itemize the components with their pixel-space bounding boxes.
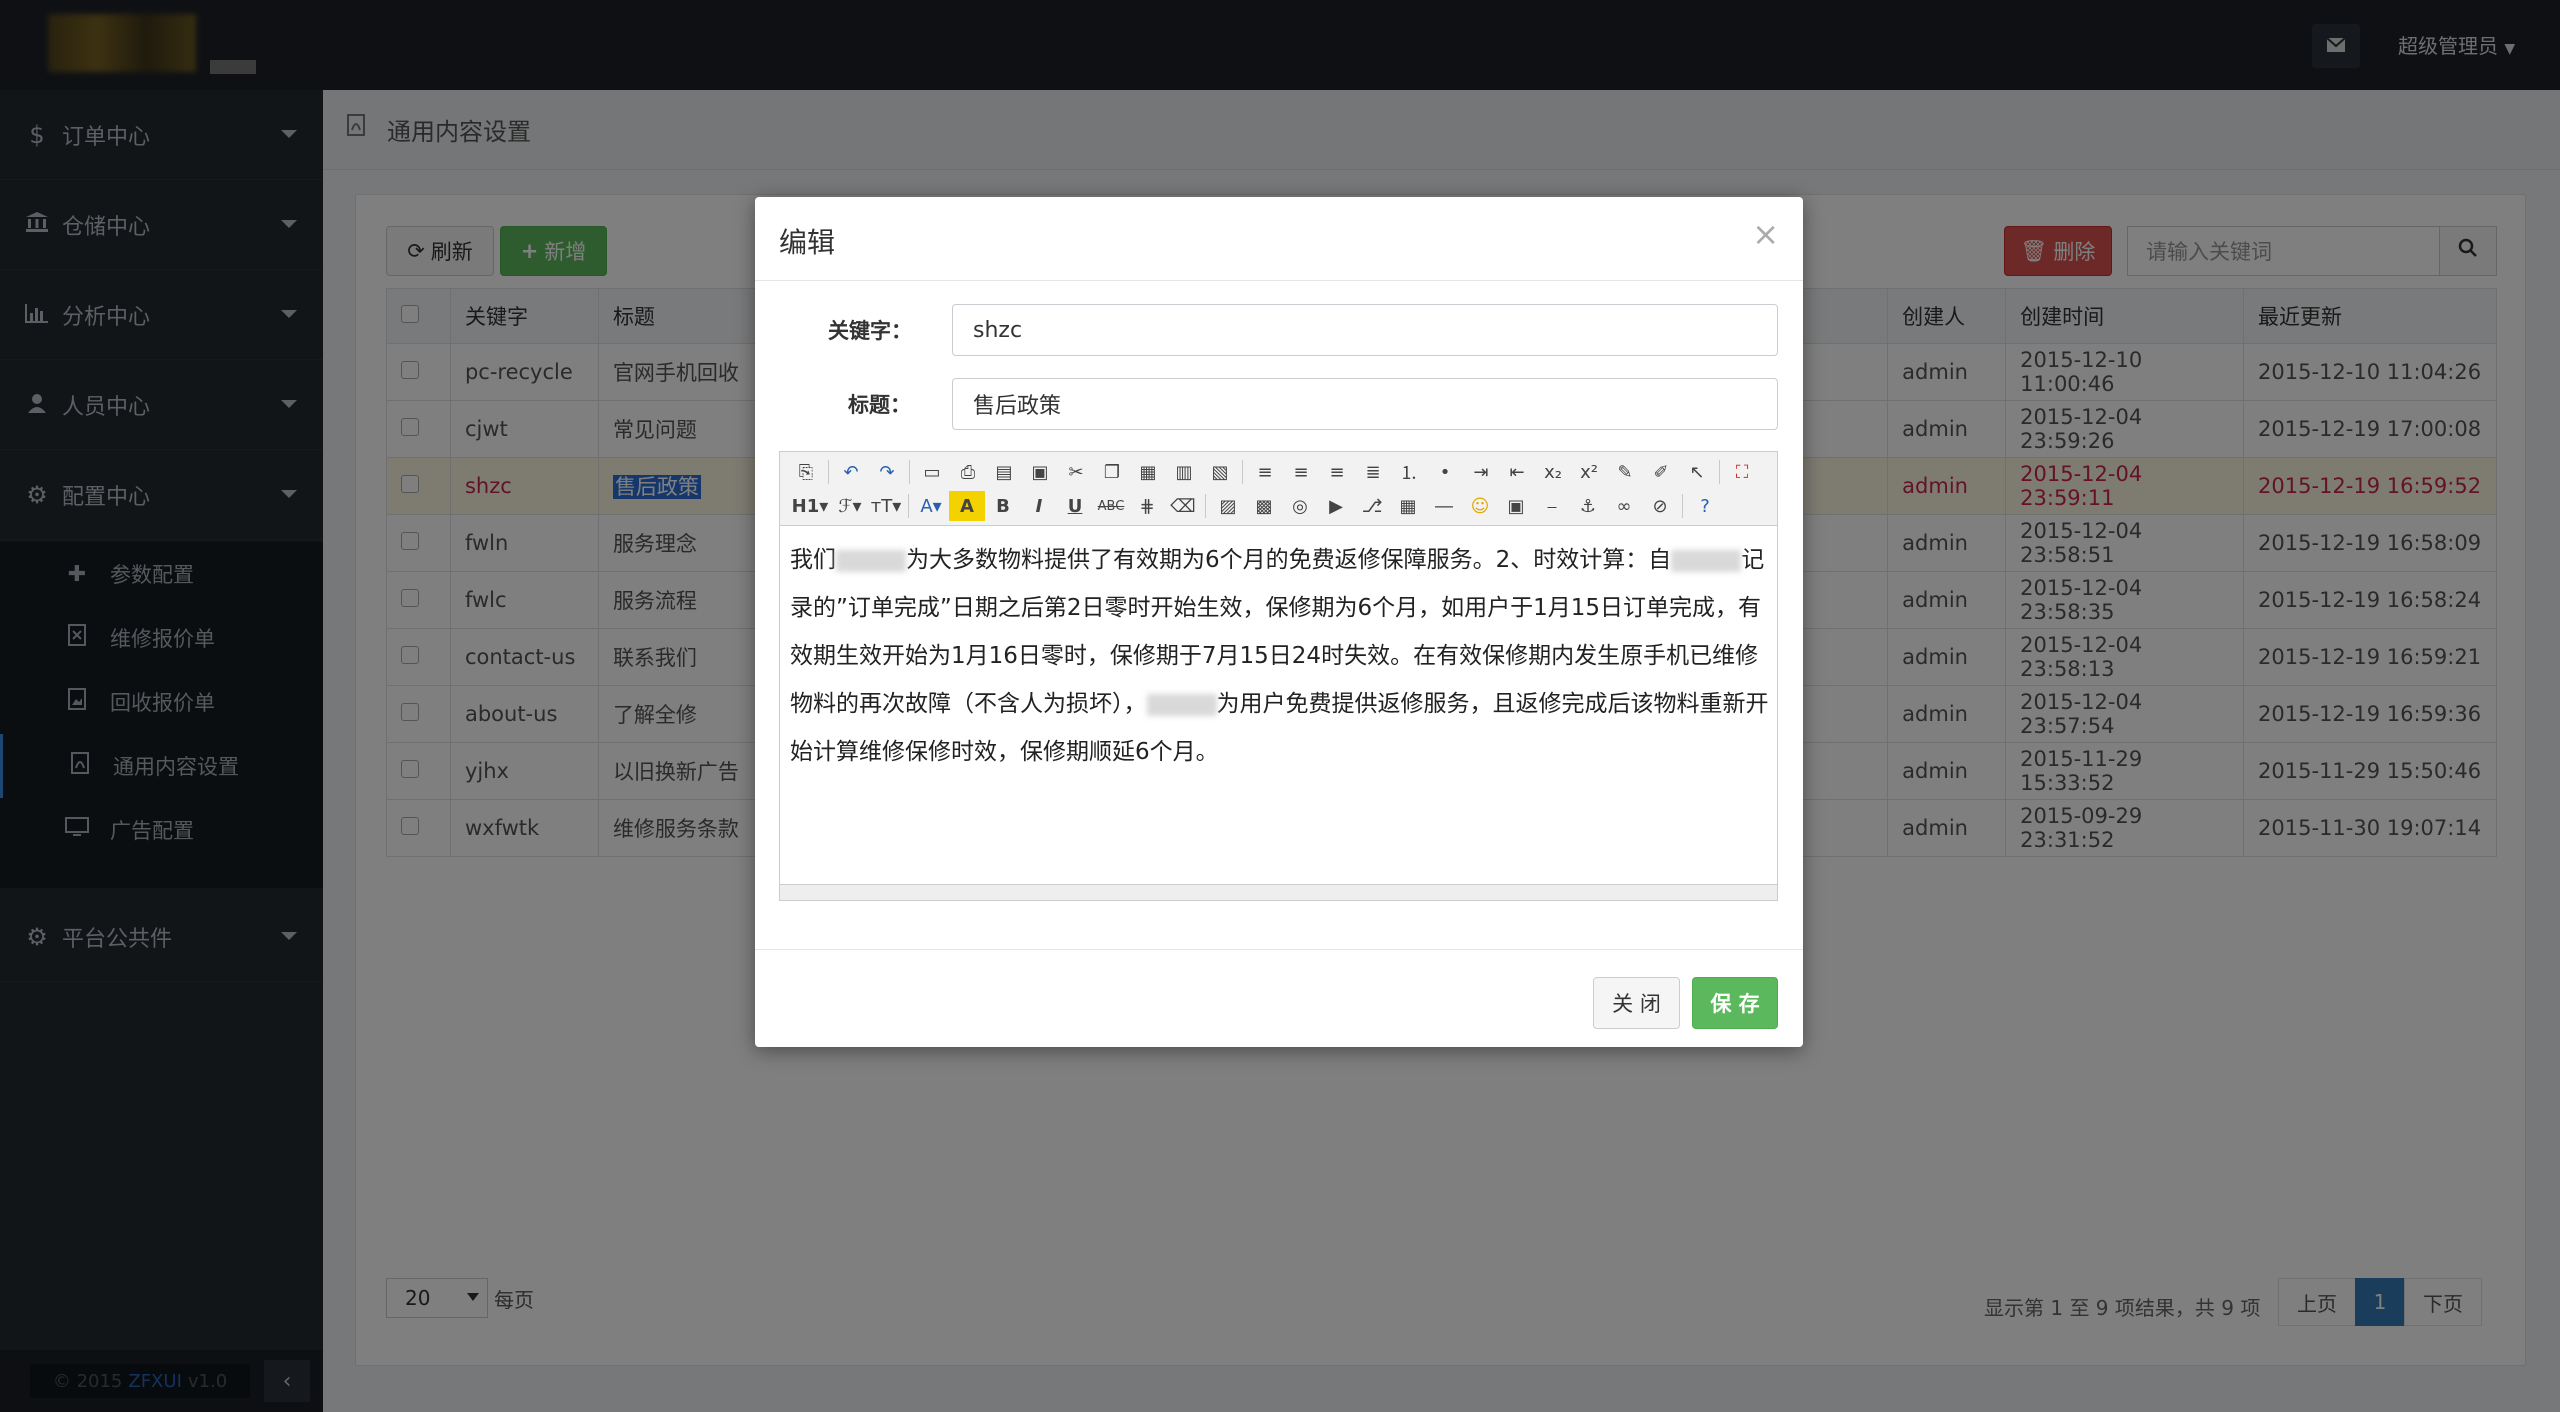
cut-icon[interactable]: ✂ (1058, 457, 1094, 487)
align-justify-icon[interactable]: ≣ (1355, 457, 1391, 487)
undo-icon[interactable]: ↶ (833, 457, 869, 487)
align-right-icon[interactable]: ≡ (1319, 457, 1355, 487)
template-icon[interactable]: ▤ (986, 457, 1022, 487)
insert-image-icon[interactable]: ▨ (1210, 491, 1246, 521)
print-icon[interactable]: ⎙ (950, 457, 986, 487)
highlight-color-icon[interactable]: A (949, 491, 985, 521)
fullscreen-icon[interactable]: ⛶ (1724, 457, 1760, 487)
bold-icon[interactable]: B (985, 491, 1021, 521)
insert-flash-icon[interactable]: ◎ (1282, 491, 1318, 521)
font-family-icon[interactable]: ℱ▾ (832, 491, 868, 521)
rich-text-editor: ⎘ ↶ ↷ ▭ ⎙ ▤ ▣ ✂ ❐ ▦ ▥ ▧ ≡ ≡ ≡ ≣ ⒈ • ⇥ ⇤ … (779, 451, 1778, 901)
hr-icon[interactable]: ― (1426, 491, 1462, 521)
clear-format-icon[interactable]: ✎ (1607, 457, 1643, 487)
table-icon[interactable]: ▦ (1390, 491, 1426, 521)
pagebreak-icon[interactable]: ⎯ (1534, 491, 1570, 521)
redo-icon[interactable]: ↷ (869, 457, 905, 487)
help-icon[interactable]: ? (1687, 491, 1723, 521)
redacted-text (1146, 693, 1217, 716)
code-icon[interactable]: ▣ (1022, 457, 1058, 487)
font-size-icon[interactable]: ᴛT▾ (868, 491, 904, 521)
cursor-icon[interactable]: ↖ (1679, 457, 1715, 487)
ordered-list-icon[interactable]: ⒈ (1391, 457, 1427, 487)
paste-word-icon[interactable]: ▧ (1202, 457, 1238, 487)
anchor-icon[interactable]: ⚓ (1570, 491, 1606, 521)
source-icon[interactable]: ⎘ (788, 457, 824, 487)
underline-icon[interactable]: U (1057, 491, 1093, 521)
map-icon[interactable]: ▣ (1498, 491, 1534, 521)
preview-icon[interactable]: ▭ (914, 457, 950, 487)
modal-title: 编辑 (779, 226, 836, 259)
emoticon-icon[interactable]: ☺ (1462, 491, 1498, 521)
modal-footer: 关 闭 保 存 (755, 949, 1803, 1047)
strikethrough-icon[interactable]: ABC (1093, 491, 1129, 521)
attachment-icon[interactable]: ⎇ (1354, 491, 1390, 521)
close-icon[interactable]: × (1752, 215, 1779, 253)
outdent-icon[interactable]: ⇤ (1499, 457, 1535, 487)
title-input[interactable]: 售后政策 (952, 378, 1778, 430)
editor-toolbar: ⎘ ↶ ↷ ▭ ⎙ ▤ ▣ ✂ ❐ ▦ ▥ ▧ ≡ ≡ ≡ ≣ ⒈ • ⇥ ⇤ … (780, 452, 1777, 526)
italic-icon[interactable]: I (1021, 491, 1057, 521)
superscript-icon[interactable]: x² (1571, 457, 1607, 487)
align-left-icon[interactable]: ≡ (1247, 457, 1283, 487)
unordered-list-icon[interactable]: • (1427, 457, 1463, 487)
keyword-label: 关键字： (828, 319, 912, 343)
indent-icon[interactable]: ⇥ (1463, 457, 1499, 487)
heading-icon[interactable]: H1 ▾ (788, 491, 832, 521)
copy-icon[interactable]: ❐ (1094, 457, 1130, 487)
font-color-icon[interactable]: A▾ (913, 491, 949, 521)
editor-content[interactable]: 我们 为大多数物料提供了有效期为6个月的免费返修保障服务。2、时效计算：自 记录的”… (790, 536, 1770, 776)
unlink-icon[interactable]: ⊘ (1642, 491, 1678, 521)
edit-modal: 编辑 × 关键字： shzc 标题： 售后政策 ⎘ ↶ ↷ ▭ ⎙ ▤ ▣ ✂ … (755, 197, 1803, 1047)
keyword-input[interactable]: shzc (952, 304, 1778, 356)
subscript-icon[interactable]: x₂ (1535, 457, 1571, 487)
paste-icon[interactable]: ▦ (1130, 457, 1166, 487)
paste-text-icon[interactable]: ▥ (1166, 457, 1202, 487)
insert-media-icon[interactable]: ▶ (1318, 491, 1354, 521)
insert-multi-image-icon[interactable]: ▩ (1246, 491, 1282, 521)
title-label: 标题： (848, 393, 911, 417)
redacted-text (836, 549, 906, 572)
modal-header: 编辑 × (755, 197, 1803, 281)
link-icon[interactable]: ∞ (1606, 491, 1642, 521)
close-button[interactable]: 关 闭 (1593, 977, 1680, 1029)
eraser-icon[interactable]: ⌫ (1165, 491, 1201, 521)
redacted-text (1671, 549, 1742, 572)
align-center-icon[interactable]: ≡ (1283, 457, 1319, 487)
save-button[interactable]: 保 存 (1692, 977, 1778, 1029)
editor-resize-handle[interactable] (780, 884, 1777, 900)
select-all-icon[interactable]: ✐ (1643, 457, 1679, 487)
line-height-icon[interactable]: ⋕ (1129, 491, 1165, 521)
